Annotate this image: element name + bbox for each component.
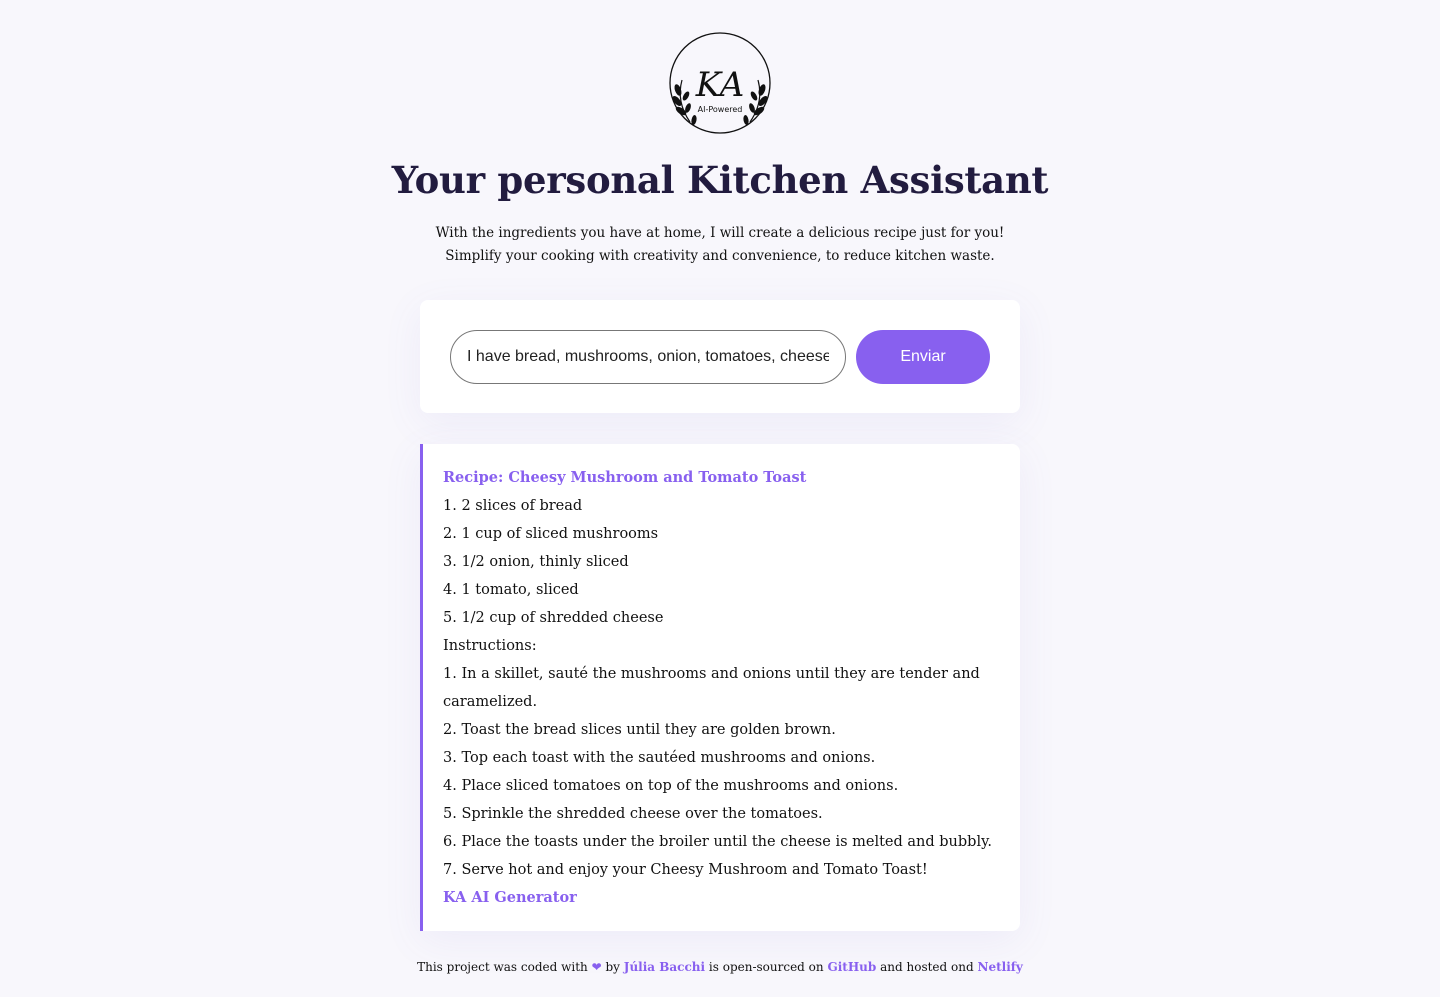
recipe-line: Instructions: bbox=[443, 638, 537, 654]
recipe-line: 7. Serve hot and enjoy your Cheesy Mushr… bbox=[443, 862, 928, 878]
kitchen-assistant-logo: KA AI-Powered bbox=[660, 30, 780, 136]
recipe-signature: KA AI Generator bbox=[443, 889, 577, 906]
recipe-line: 1. In a skillet, sauté the mushrooms and… bbox=[443, 666, 980, 710]
svg-text:KA: KA bbox=[695, 65, 745, 105]
recipe-output: Recipe: Cheesy Mushroom and Tomato Toast… bbox=[420, 444, 1020, 931]
page-subtitle: With the ingredients you have at home, I… bbox=[435, 225, 1005, 264]
footer-by: by bbox=[605, 960, 620, 974]
ingredients-input[interactable] bbox=[450, 330, 846, 384]
recipe-line: 5. Sprinkle the shredded cheese over the… bbox=[443, 806, 823, 822]
ingredient-form: Enviar bbox=[420, 300, 1020, 413]
page: KA AI-Powered Your personal Kitchen Assi… bbox=[0, 0, 1440, 997]
footer-prefix: This project was coded with bbox=[417, 960, 588, 974]
github-link[interactable]: GitHub bbox=[827, 960, 876, 974]
netlify-link[interactable]: Netlify bbox=[977, 960, 1022, 974]
heart-icon: ❤ bbox=[591, 960, 602, 974]
footer: This project was coded with ❤ by Júlia B… bbox=[0, 960, 1440, 974]
recipe-line: 2. Toast the bread slices until they are… bbox=[443, 722, 836, 738]
recipe-line: 4. 1 tomato, sliced bbox=[443, 582, 579, 598]
footer-middle: is open-sourced on bbox=[708, 960, 824, 974]
recipe-line: 3. 1/2 onion, thinly sliced bbox=[443, 554, 629, 570]
recipe-line: 4. Place sliced tomatoes on top of the m… bbox=[443, 778, 899, 794]
send-button[interactable]: Enviar bbox=[856, 330, 990, 384]
recipe-line: 2. 1 cup of sliced mushrooms bbox=[443, 526, 659, 542]
recipe-title: Recipe: Cheesy Mushroom and Tomato Toast bbox=[443, 469, 807, 486]
recipe-line: 3. Top each toast with the sautéed mushr… bbox=[443, 750, 876, 766]
logo-tagline: AI-Powered bbox=[697, 105, 743, 114]
author-link[interactable]: Júlia Bacchi bbox=[624, 960, 705, 974]
recipe-line: 1. 2 slices of bread bbox=[443, 498, 583, 514]
page-title: Your personal Kitchen Assistant bbox=[391, 158, 1049, 202]
footer-hosted: and hosted ond bbox=[880, 960, 974, 974]
recipe-line: 6. Place the toasts under the broiler un… bbox=[443, 834, 992, 850]
wreath-icon: KA bbox=[669, 32, 771, 134]
recipe-line: 5. 1/2 cup of shredded cheese bbox=[443, 610, 664, 626]
